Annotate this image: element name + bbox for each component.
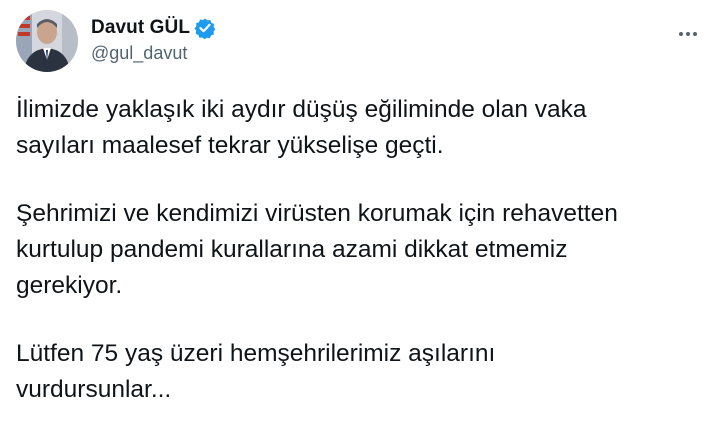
display-name[interactable]: Davut GÜL <box>91 17 190 39</box>
avatar-image <box>16 10 78 72</box>
tweet-paragraph-3: Lütfen 75 yaş üzeri hemşehrilerimiz aşıl… <box>16 336 706 408</box>
more-options-icon[interactable] <box>674 24 702 44</box>
author-info: Davut GÜL @gul_davut <box>91 16 216 64</box>
avatar[interactable] <box>16 10 78 72</box>
tweet-line: Şehrimizi ve kendimizi virüsten korumak … <box>16 200 618 227</box>
more-dot <box>686 32 690 36</box>
tweet-line: gerekiyor. <box>16 272 123 299</box>
more-dot <box>693 32 697 36</box>
name-row: Davut GÜL <box>91 16 216 40</box>
tweet-line: kurtulup pandemi kurallarına azami dikka… <box>16 236 568 263</box>
tweet-text: İlimizde yaklaşık iki aydır düşüş eğilim… <box>16 92 706 408</box>
tweet-card: Davut GÜL @gul_davut İlimizde yaklaşık i… <box>0 0 720 438</box>
verified-badge-icon <box>194 17 216 40</box>
tweet-line: İlimizde yaklaşık iki aydır düşüş eğilim… <box>16 96 587 123</box>
tweet-line: vurdursunlar... <box>16 376 172 403</box>
tweet-line: sayıları maalesef tekrar yükselişe geçti… <box>16 132 444 159</box>
more-dot <box>679 32 683 36</box>
tweet-paragraph-1: İlimizde yaklaşık iki aydır düşüş eğilim… <box>16 92 706 164</box>
tweet-paragraph-2: Şehrimizi ve kendimizi virüsten korumak … <box>16 196 706 304</box>
tweet-line: Lütfen 75 yaş üzeri hemşehrilerimiz aşıl… <box>16 340 496 367</box>
handle[interactable]: @gul_davut <box>91 43 216 64</box>
tweet-header: Davut GÜL @gul_davut <box>16 10 704 74</box>
